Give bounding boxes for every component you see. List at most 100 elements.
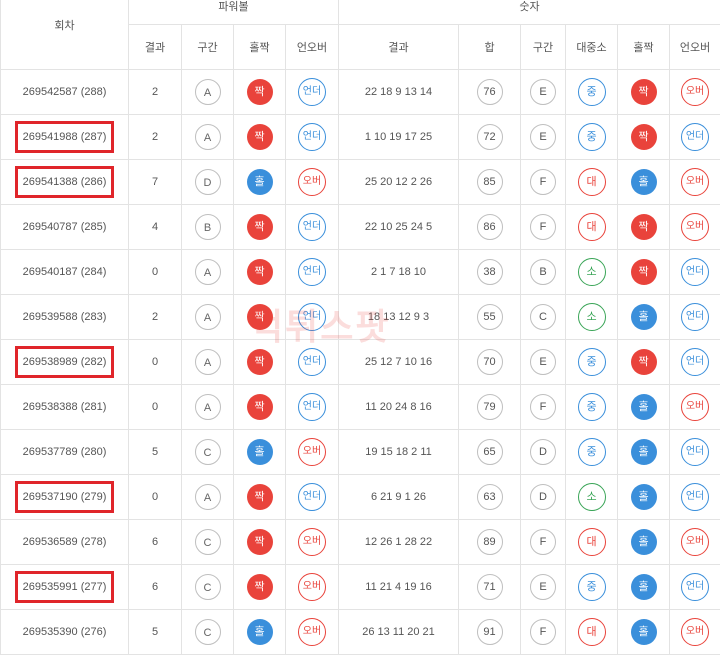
round-cell[interactable]: 269540187 (284) [1, 250, 129, 295]
num-odd-even-cell: 홀 [618, 565, 670, 610]
pb-result-cell: 4 [129, 205, 182, 250]
pb-under-over-cell: 오버 [286, 520, 339, 565]
num-sum-cell: 85 [459, 160, 521, 205]
round-cell[interactable]: 269538388 (281) [1, 385, 129, 430]
pb-result-cell: 5 [129, 610, 182, 655]
round-cell[interactable]: 269539588 (283) [1, 295, 129, 340]
round-cell[interactable]: 269535991 (277) [1, 565, 129, 610]
num-result-cell: 11 20 24 8 16 [339, 385, 459, 430]
num-odd-even-cell: 짝 [618, 205, 670, 250]
num-sum-cell: 71 [459, 565, 521, 610]
num-under-over-badge: 오버 [681, 78, 709, 106]
round-cell[interactable]: 269537190 (279) [1, 475, 129, 520]
round-label: 269541988 (287) [18, 124, 112, 150]
round-cell[interactable]: 269537789 (280) [1, 430, 129, 475]
pb-under-over-cell: 언더 [286, 70, 339, 115]
num-odd-even-badge: 홀 [631, 394, 657, 420]
round-cell[interactable]: 269541988 (287) [1, 115, 129, 160]
round-cell[interactable]: 269540787 (285) [1, 205, 129, 250]
num-size-badge: 중 [578, 573, 606, 601]
round-cell[interactable]: 269538989 (282) [1, 340, 129, 385]
round-label: 269535390 (276) [23, 626, 107, 638]
pb-under-over-badge: 언더 [298, 348, 326, 376]
num-under-over-badge: 언더 [681, 573, 709, 601]
num-sum-cell: 72 [459, 115, 521, 160]
num-sum-cell: 55 [459, 295, 521, 340]
num-sum-badge: 76 [477, 79, 503, 105]
pb-zone-cell: C [182, 565, 234, 610]
num-odd-even-badge: 홀 [631, 439, 657, 465]
num-size-badge: 소 [578, 483, 606, 511]
pb-odd-even-badge: 짝 [247, 259, 273, 285]
round-cell[interactable]: 269535390 (276) [1, 610, 129, 655]
pb-odd-even-badge: 짝 [247, 304, 273, 330]
pb-result-cell: 2 [129, 115, 182, 160]
num-under-over-badge: 언더 [681, 348, 709, 376]
pb-zone-badge: A [195, 349, 221, 375]
num-zone-cell: D [521, 430, 566, 475]
header-pb-zone: 구간 [182, 25, 234, 70]
pb-under-over-cell: 오버 [286, 610, 339, 655]
num-under-over-badge: 언더 [681, 438, 709, 466]
num-odd-even-badge: 짝 [631, 214, 657, 240]
pb-result-cell: 0 [129, 250, 182, 295]
round-cell[interactable]: 269541388 (286) [1, 160, 129, 205]
num-size-cell: 소 [566, 295, 618, 340]
pb-result-cell: 0 [129, 385, 182, 430]
num-size-badge: 중 [578, 123, 606, 151]
num-odd-even-badge: 홀 [631, 304, 657, 330]
round-label: 269537789 (280) [23, 446, 107, 458]
num-odd-even-cell: 홀 [618, 610, 670, 655]
pb-odd-even-cell: 짝 [234, 115, 286, 160]
pb-result-cell: 5 [129, 430, 182, 475]
num-odd-even-badge: 홀 [631, 529, 657, 555]
table-row: 269541988 (287)2A짝언더1 10 19 17 2572E중짝언더 [1, 115, 720, 160]
header-pb-odd-even: 홀짝 [234, 25, 286, 70]
num-result-cell: 18 13 12 9 3 [339, 295, 459, 340]
pb-under-over-cell: 오버 [286, 430, 339, 475]
pb-under-over-badge: 언더 [298, 123, 326, 151]
num-under-over-badge: 언더 [681, 303, 709, 331]
num-result-cell: 25 12 7 10 16 [339, 340, 459, 385]
pb-odd-even-cell: 짝 [234, 340, 286, 385]
num-under-over-badge: 언더 [681, 123, 709, 151]
pb-result-cell: 0 [129, 340, 182, 385]
num-size-badge: 중 [578, 393, 606, 421]
round-cell[interactable]: 269542587 (288) [1, 70, 129, 115]
round-cell[interactable]: 269536589 (278) [1, 520, 129, 565]
num-sum-badge: 70 [477, 349, 503, 375]
num-zone-badge: E [530, 349, 556, 375]
pb-odd-even-cell: 짝 [234, 250, 286, 295]
pb-odd-even-cell: 짝 [234, 565, 286, 610]
num-zone-badge: E [530, 124, 556, 150]
round-label: 269542587 (288) [23, 86, 107, 98]
pb-odd-even-badge: 짝 [247, 349, 273, 375]
num-zone-cell: F [521, 205, 566, 250]
num-result-cell: 26 13 11 20 21 [339, 610, 459, 655]
num-under-over-cell: 언더 [670, 565, 720, 610]
num-sum-badge: 63 [477, 484, 503, 510]
num-under-over-badge: 오버 [681, 213, 709, 241]
num-under-over-badge: 언더 [681, 258, 709, 286]
num-sum-badge: 55 [477, 304, 503, 330]
round-label: 269538388 (281) [23, 401, 107, 413]
num-zone-badge: C [530, 304, 556, 330]
pb-zone-cell: C [182, 520, 234, 565]
pb-zone-badge: C [195, 439, 221, 465]
pb-under-over-cell: 오버 [286, 565, 339, 610]
table-row: 269541388 (286)7D홀오버25 20 12 2 2685F대홀오버 [1, 160, 720, 205]
num-odd-even-cell: 홀 [618, 430, 670, 475]
pb-under-over-badge: 오버 [298, 573, 326, 601]
num-under-over-cell: 오버 [670, 70, 720, 115]
num-sum-cell: 91 [459, 610, 521, 655]
num-sum-cell: 65 [459, 430, 521, 475]
pb-under-over-cell: 언더 [286, 385, 339, 430]
header-num-size: 대중소 [566, 25, 618, 70]
pb-under-over-badge: 언더 [298, 213, 326, 241]
num-under-over-cell: 언더 [670, 475, 720, 520]
pb-under-over-cell: 언더 [286, 115, 339, 160]
num-under-over-cell: 오버 [670, 160, 720, 205]
pb-under-over-cell: 언더 [286, 475, 339, 520]
pb-result-cell: 6 [129, 520, 182, 565]
num-size-badge: 중 [578, 78, 606, 106]
